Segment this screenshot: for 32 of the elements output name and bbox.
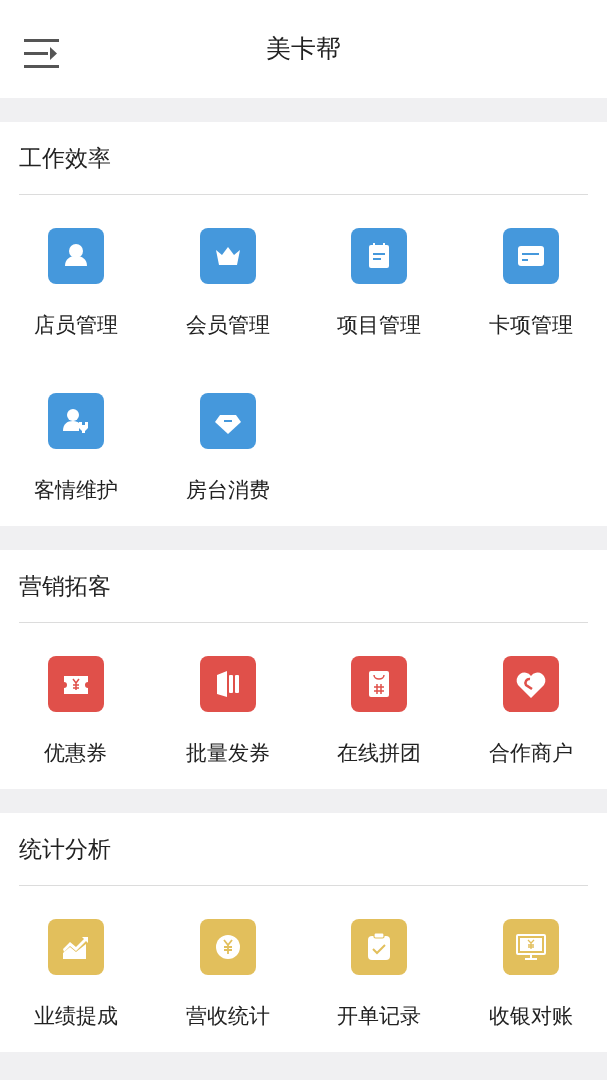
coin-icon[interactable] bbox=[199, 919, 256, 975]
section-title: 工作效率 bbox=[19, 143, 111, 173]
feature-label[interactable]: 卡项管理 bbox=[489, 311, 574, 339]
feature-label[interactable]: 业绩提成 bbox=[33, 1002, 118, 1030]
ticket-icon[interactable] bbox=[47, 656, 104, 712]
feature-label[interactable]: 营收统计 bbox=[185, 1002, 270, 1030]
feature-label[interactable]: 批量发券 bbox=[185, 739, 270, 767]
card-icon[interactable] bbox=[503, 228, 560, 284]
section-title: 统计分析 bbox=[19, 834, 111, 864]
menu-icon[interactable] bbox=[24, 39, 60, 69]
notepad-icon[interactable] bbox=[351, 228, 408, 284]
coupons-icon[interactable] bbox=[199, 656, 256, 712]
person-wrench-icon[interactable] bbox=[47, 393, 104, 449]
person-icon[interactable] bbox=[47, 228, 104, 284]
feature-label[interactable]: 开单记录 bbox=[337, 1002, 422, 1030]
growth-chart-icon[interactable] bbox=[47, 919, 104, 975]
section-title: 营销拓客 bbox=[19, 571, 111, 601]
heart-link-icon[interactable] bbox=[503, 656, 560, 712]
feature-label[interactable]: 收银对账 bbox=[489, 1002, 574, 1030]
feature-label[interactable]: 项目管理 bbox=[337, 311, 422, 339]
clipboard-check-icon[interactable] bbox=[351, 919, 408, 975]
feature-label[interactable]: 优惠券 bbox=[44, 739, 108, 767]
feature-label[interactable]: 店员管理 bbox=[33, 311, 118, 339]
app-title: 美卡帮 bbox=[266, 33, 341, 66]
feature-label[interactable]: 在线拼团 bbox=[337, 739, 422, 767]
feature-label[interactable]: 会员管理 bbox=[185, 311, 270, 339]
feature-label[interactable]: 客情维护 bbox=[33, 476, 118, 504]
crown-icon[interactable] bbox=[199, 228, 256, 284]
monitor-icon[interactable] bbox=[503, 919, 560, 975]
feature-label[interactable]: 房台消费 bbox=[185, 476, 270, 504]
feature-label[interactable]: 合作商户 bbox=[489, 739, 574, 767]
shopping-bag-icon[interactable] bbox=[351, 656, 408, 712]
